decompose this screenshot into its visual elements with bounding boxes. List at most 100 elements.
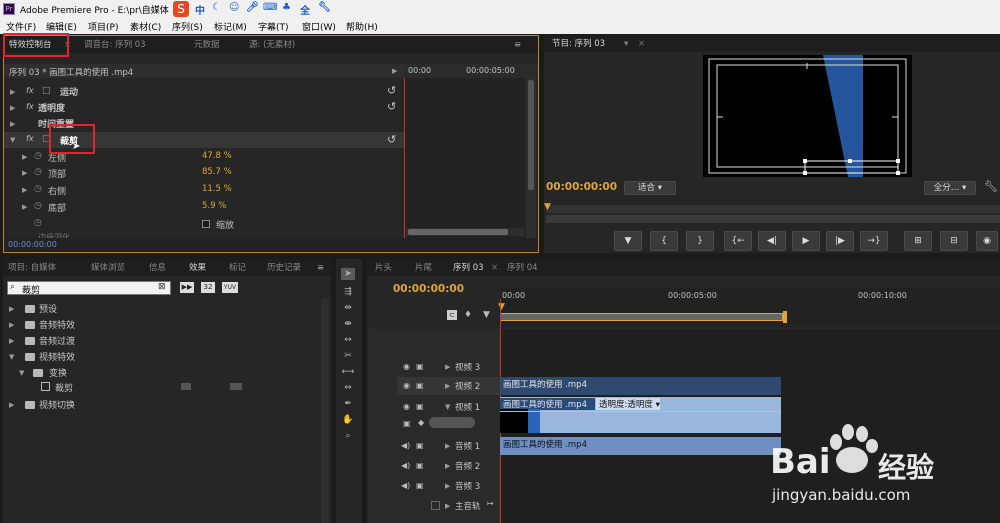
- speaker-icon[interactable]: ◀): [401, 461, 410, 470]
- 32bit-effects-icon[interactable]: 32: [201, 282, 215, 293]
- expand-track-icon[interactable]: ▶: [445, 502, 450, 510]
- zoom-tool-icon[interactable]: ⌕: [341, 430, 355, 442]
- effects-scrollbar[interactable]: [321, 299, 329, 523]
- shirt-icon[interactable]: ♣: [282, 2, 291, 16]
- snap-icon[interactable]: ⊂: [447, 310, 457, 320]
- effect-motion[interactable]: 运动: [60, 85, 78, 98]
- scroll-thumb[interactable]: [408, 229, 508, 235]
- lift-button[interactable]: ⊞: [904, 231, 932, 251]
- timeline-current-time[interactable]: 00:00:00:00: [393, 283, 464, 295]
- program-time-ruler[interactable]: [546, 205, 1000, 213]
- tab-project[interactable]: 项目: 自媒体: [8, 261, 56, 275]
- expand-right-icon[interactable]: ▶: [22, 186, 27, 194]
- menu-sequence[interactable]: 序列(S): [172, 20, 203, 33]
- mark-out-button[interactable]: }: [686, 231, 714, 251]
- wrench-icon[interactable]: 🔧︎: [984, 180, 998, 193]
- mark-in-button[interactable]: {: [650, 231, 678, 251]
- scroll-thumb[interactable]: [528, 80, 534, 190]
- keyframe-icon[interactable]: ◆: [418, 418, 424, 427]
- param-bottom-value[interactable]: 5.9 %: [202, 201, 226, 211]
- effect-opacity[interactable]: 透明度: [38, 101, 65, 114]
- expand-top-icon[interactable]: ▶: [22, 169, 27, 177]
- opacity-dropdown[interactable]: 透明度:透明度 ▾: [596, 398, 660, 410]
- track-audio-3[interactable]: 音频 3: [455, 480, 480, 492]
- expand-bottom-icon[interactable]: ▶: [22, 203, 27, 211]
- keyboard-icon[interactable]: ⌨: [263, 2, 277, 16]
- expand-icon[interactable]: ▶: [9, 321, 14, 329]
- expand-track-icon[interactable]: ▶: [445, 462, 450, 470]
- ime-language-toggle[interactable]: 中: [195, 2, 205, 17]
- razor-tool-icon[interactable]: ✂: [341, 350, 355, 362]
- speaker-icon[interactable]: ◀): [401, 441, 410, 450]
- extract-button[interactable]: ⊟: [940, 231, 968, 251]
- close-tab-icon[interactable]: ×: [491, 261, 498, 275]
- close-tab-icon[interactable]: ×: [638, 37, 645, 51]
- master-toggle[interactable]: [431, 501, 440, 510]
- expand-icon[interactable]: ▶: [9, 305, 14, 313]
- param-top-value[interactable]: 85.7 %: [202, 167, 232, 177]
- collapse-track-icon[interactable]: ▼: [445, 403, 450, 411]
- param-left-value[interactable]: 47.8 %: [202, 151, 232, 161]
- menu-window[interactable]: 窗口(W): [302, 20, 336, 33]
- menu-project[interactable]: 项目(P): [88, 20, 118, 33]
- tree-item-crop[interactable]: 裁剪: [55, 381, 73, 394]
- zoom-checkbox[interactable]: [202, 220, 210, 228]
- fx-icon[interactable]: fx: [26, 134, 34, 143]
- fit-dropdown[interactable]: 适合 ▾: [624, 181, 676, 195]
- track-select-tool-icon[interactable]: ⇶: [341, 286, 355, 298]
- tree-item-video-transitions[interactable]: 视频切换: [39, 398, 75, 411]
- clip-video-2[interactable]: 画图工具的使用 .mp4: [500, 377, 781, 395]
- pen-tool-icon[interactable]: ✒: [341, 398, 355, 410]
- play-only-icon[interactable]: ▶: [392, 67, 397, 75]
- track-master[interactable]: 主音轨: [455, 500, 481, 512]
- expand-track-icon[interactable]: ▶: [445, 382, 450, 390]
- expand-track-icon[interactable]: ▶: [445, 482, 450, 490]
- tab-audio-mixer[interactable]: 调音台: 序列 03: [84, 38, 146, 52]
- lock-icon[interactable]: ▣: [416, 362, 424, 371]
- slip-tool-icon[interactable]: ⟷: [341, 366, 355, 378]
- collapse-crop-icon[interactable]: ▼: [10, 136, 15, 144]
- expand-icon[interactable]: ▶: [9, 337, 14, 345]
- track-video-1[interactable]: 视频 1: [455, 401, 480, 413]
- master-expand-icon[interactable]: ↦: [487, 499, 494, 508]
- speaker-icon[interactable]: ◀): [401, 481, 410, 490]
- program-current-time[interactable]: 00:00:00:00: [546, 181, 617, 193]
- expand-motion-icon[interactable]: ▶: [10, 88, 15, 96]
- work-area-bar[interactable]: [500, 313, 783, 321]
- reset-opacity-icon[interactable]: ↺: [387, 100, 396, 113]
- menu-title[interactable]: 字幕(T): [258, 20, 289, 33]
- stopwatch-icon[interactable]: ◷: [34, 218, 42, 228]
- program-zoom-bar[interactable]: [546, 215, 1000, 223]
- slide-tool-icon[interactable]: ⇔: [341, 382, 355, 394]
- eye-icon[interactable]: ◉: [403, 381, 410, 390]
- set-encore-marker-icon[interactable]: ♦: [464, 310, 472, 320]
- step-back-button[interactable]: ◀|: [758, 231, 786, 251]
- tree-item-presets[interactable]: 预设: [39, 302, 57, 315]
- eye-icon[interactable]: ◉: [403, 402, 410, 411]
- keyframe-nav-pill[interactable]: [429, 417, 475, 428]
- ripple-edit-tool-icon[interactable]: ⇹: [341, 302, 355, 314]
- eye-icon[interactable]: ◉: [403, 362, 410, 371]
- menu-marker[interactable]: 标记(M): [214, 20, 247, 33]
- tree-item-audio-effects[interactable]: 音频特效: [39, 318, 75, 331]
- ec-horizontal-scrollbar[interactable]: [406, 228, 524, 236]
- tab-info[interactable]: 信息: [149, 261, 166, 275]
- tab-markers[interactable]: 标记: [229, 261, 246, 275]
- quality-dropdown[interactable]: 全分… ▾: [924, 181, 976, 195]
- rolling-edit-tool-icon[interactable]: ⇼: [341, 318, 355, 330]
- track-video-2[interactable]: 视频 2: [455, 380, 480, 392]
- track-audio-2[interactable]: 音频 2: [455, 460, 480, 472]
- work-area-end-handle[interactable]: [783, 311, 787, 323]
- fx-icon[interactable]: fx: [26, 86, 34, 95]
- step-forward-button[interactable]: |▶: [826, 231, 854, 251]
- smile-icon[interactable]: ☺: [229, 2, 239, 16]
- tab-opening[interactable]: 片头: [375, 261, 392, 275]
- lock-icon[interactable]: ▣: [416, 461, 424, 470]
- collapse-icon[interactable]: ▼: [9, 353, 14, 361]
- all-icon[interactable]: 全: [300, 2, 310, 17]
- stopwatch-icon[interactable]: ◷: [34, 201, 42, 211]
- tree-item-audio-transitions[interactable]: 音频过渡: [39, 334, 75, 347]
- dropdown-arrow-icon[interactable]: ▾: [624, 37, 628, 51]
- menu-help[interactable]: 帮助(H): [346, 20, 378, 33]
- yuv-effects-icon[interactable]: YUV: [222, 282, 238, 293]
